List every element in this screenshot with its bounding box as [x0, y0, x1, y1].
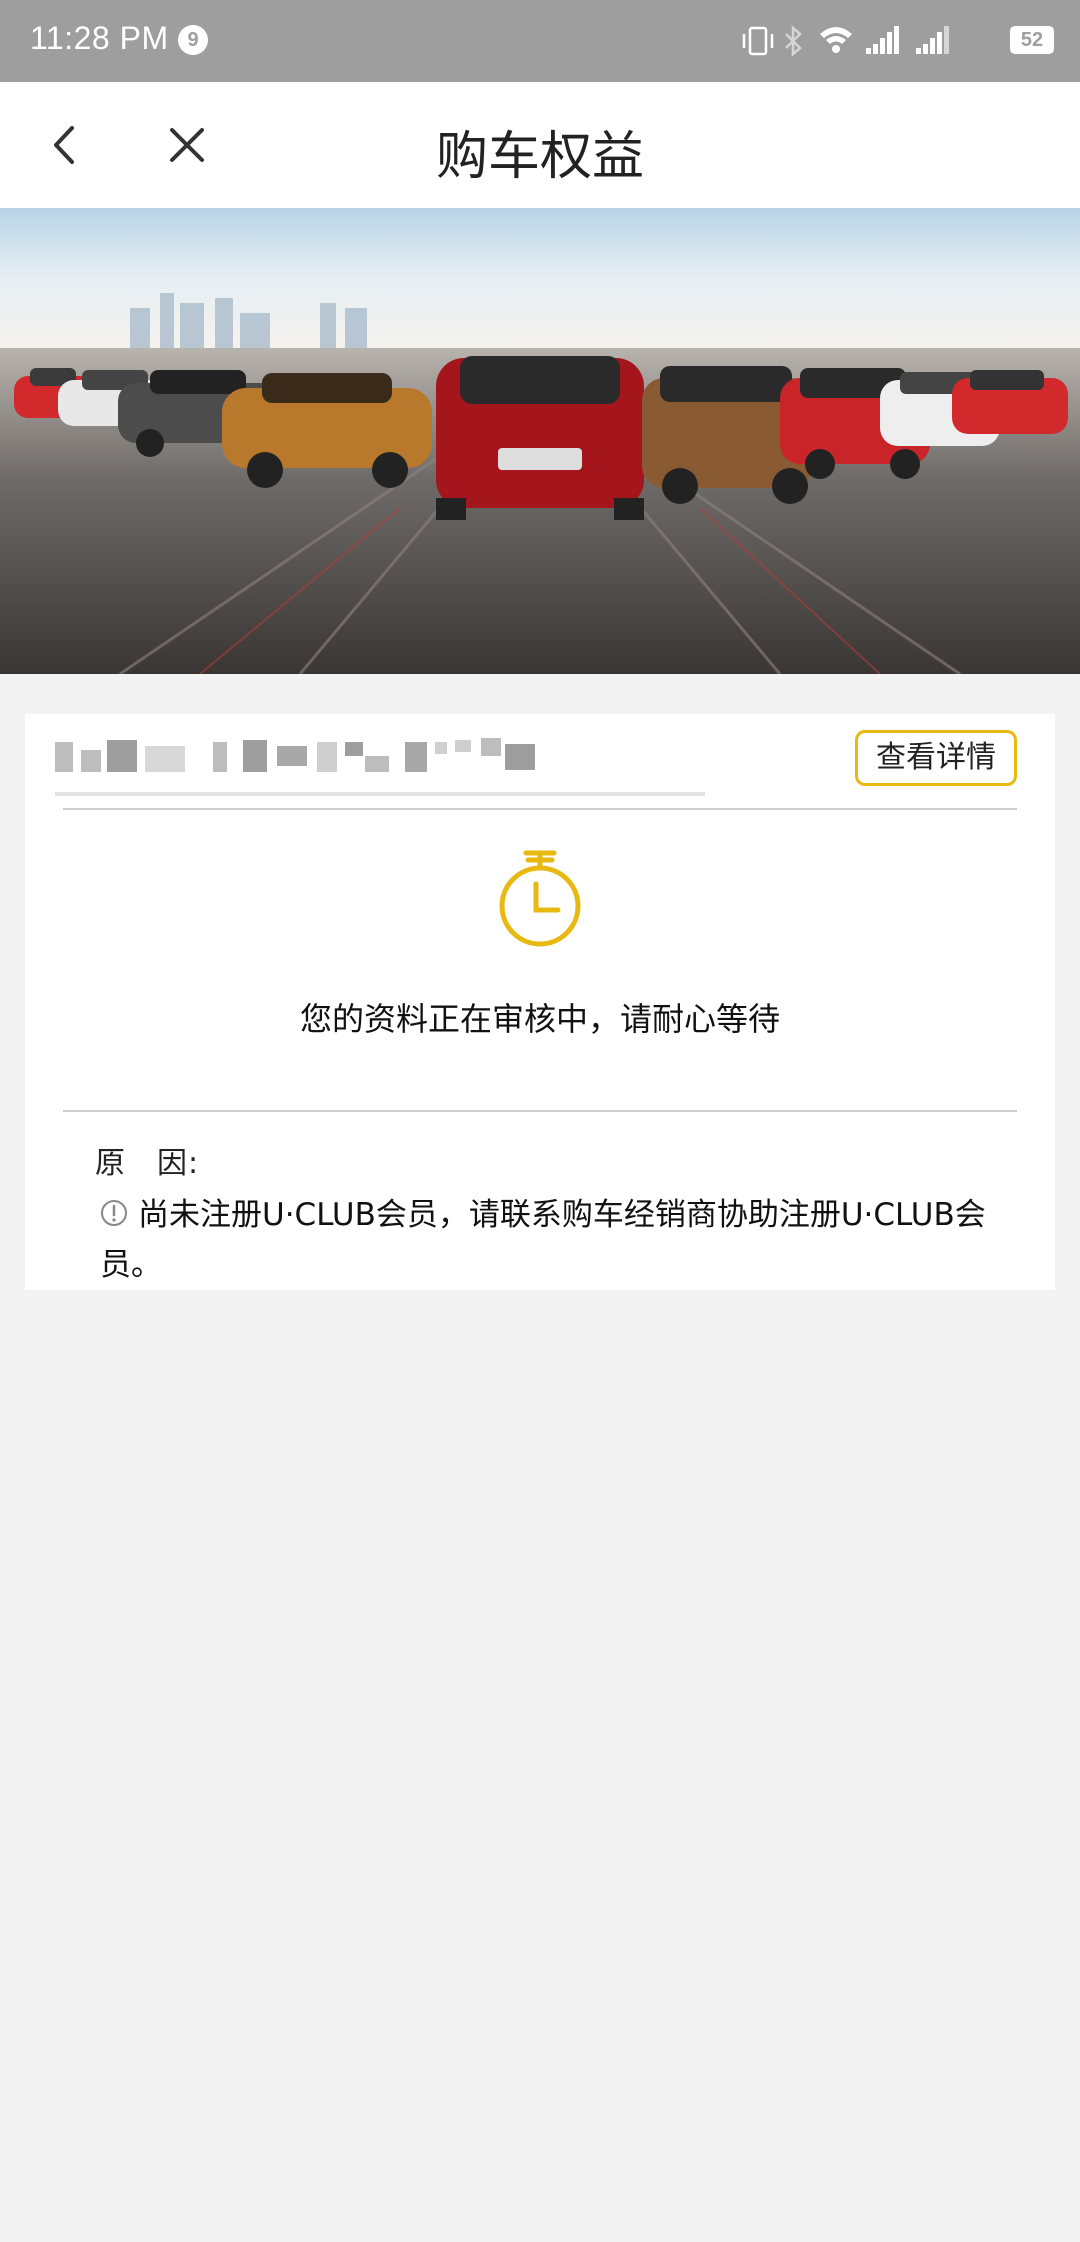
- signal-icon-1: [866, 26, 899, 54]
- reason-label: 原 因:: [95, 1146, 200, 1181]
- car-9: [952, 370, 1068, 434]
- masked-info-text: [55, 738, 535, 772]
- review-status-message: 您的资料正在审核中，请耐心等待: [299, 1000, 780, 1038]
- divider: [63, 1110, 1017, 1112]
- notification-badge: 9: [178, 25, 208, 55]
- view-details-button[interactable]: 查看详情: [855, 730, 1017, 786]
- benefit-card: 查看详情 您的资料正在审核中，请耐心等待 原 因: 尚未注册U·CLUB会员，请…: [25, 714, 1055, 1290]
- page-title: 购车权益: [435, 127, 644, 187]
- reason-text: 尚未注册U·CLUB会员，请联系购车经销商协助注册U·CLUB会员。: [100, 1197, 986, 1283]
- status-bar: 11:28 PM 9 52: [0, 0, 1080, 82]
- status-icons: [742, 25, 949, 57]
- car-5: [436, 356, 644, 520]
- wifi-icon: [820, 27, 852, 53]
- nav-bar: 购车权益: [0, 82, 1080, 208]
- stopwatch-icon: [499, 850, 581, 947]
- divider: [63, 808, 1017, 810]
- masked-underline: [55, 792, 705, 796]
- alert-circle-icon: [101, 1200, 127, 1226]
- battery-icon: 52: [1010, 26, 1054, 54]
- banner-image: [0, 208, 1080, 674]
- reason-row: 尚未注册U·CLUB会员，请联系购车经销商协助注册U·CLUB会员。: [100, 1190, 995, 1290]
- vibrate-icon: [742, 26, 774, 56]
- bluetooth-icon: [785, 25, 802, 57]
- signal-icon-2: [916, 26, 949, 54]
- status-time: 11:28 PM: [30, 20, 169, 56]
